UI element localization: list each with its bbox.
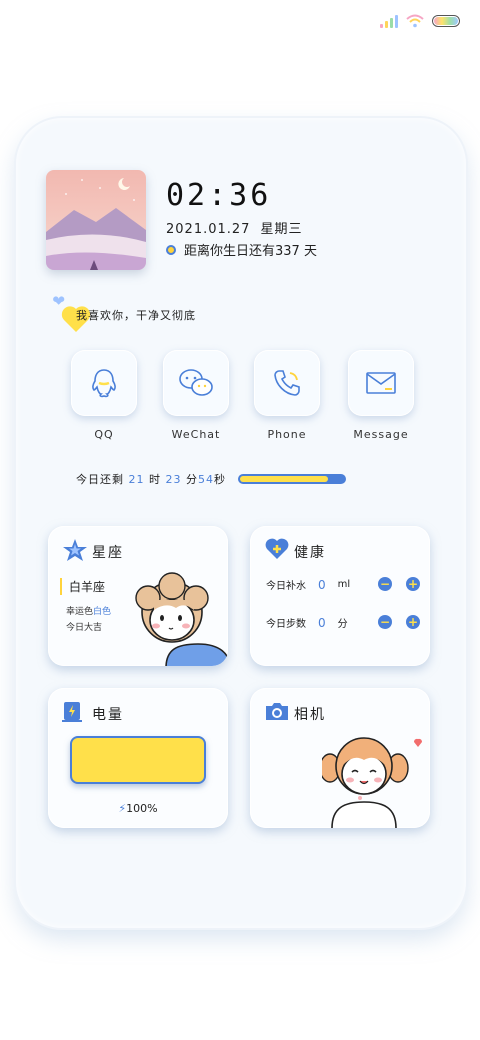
signal-icon xyxy=(380,14,398,28)
qq-penguin-icon xyxy=(92,369,116,398)
steps-decrease-button[interactable]: − xyxy=(378,615,392,629)
day-countdown: 今日还剩 21 时 23 分54秒 xyxy=(76,471,226,487)
lucky-color-label: 幸运色 xyxy=(66,607,94,617)
app-qq[interactable]: QQ xyxy=(69,350,139,441)
camera-card[interactable]: 相机 xyxy=(250,688,430,828)
countdown-hours: 21 xyxy=(128,473,145,486)
date-text: 2021.01.27 xyxy=(166,222,251,237)
steps-increase-button[interactable]: + xyxy=(406,615,420,629)
date-line: 2021.01.27 星期三 xyxy=(166,218,302,237)
bolt-icon: ⚡ xyxy=(118,802,127,815)
lucky-color-value: 白色 xyxy=(93,607,112,617)
status-bar xyxy=(380,12,460,30)
zodiac-title: 星座 xyxy=(92,545,124,561)
camera-title: 相机 xyxy=(294,707,326,723)
water-value: 0 xyxy=(318,577,326,592)
fortune-text: 今日大吉 xyxy=(66,623,103,633)
star-icon xyxy=(63,539,87,561)
app-phone[interactable]: Phone xyxy=(252,350,322,441)
steps-unit: 分 xyxy=(337,619,348,630)
phone-handset-icon xyxy=(274,370,300,396)
battery-card[interactable]: 电量 ⚡100% xyxy=(48,688,228,828)
zodiac-card[interactable]: 星座 白羊座 幸运色白色 今日大吉 xyxy=(48,526,228,666)
day-progress-bar xyxy=(238,474,346,484)
app-wechat[interactable]: WeChat xyxy=(161,350,231,441)
wifi-icon xyxy=(406,14,424,28)
quote: 我喜欢你，干净又彻底 xyxy=(52,296,196,334)
countdown-seconds: 54 xyxy=(198,473,214,486)
app-message[interactable]: Message xyxy=(346,350,416,441)
steps-row: 今日步数 0 分 xyxy=(266,615,348,631)
day-progress-fill xyxy=(240,476,329,482)
birthday-text: 距离你生日还有337 天 xyxy=(184,244,317,259)
landscape-photo[interactable] xyxy=(46,170,146,270)
message-tile[interactable] xyxy=(348,350,414,416)
health-card[interactable]: 健康 今日补水 0 ml − + 今日步数 0 分 − + xyxy=(250,526,430,666)
phone-tile[interactable] xyxy=(254,350,320,416)
wechat-chat-icon xyxy=(179,369,213,396)
health-title: 健康 xyxy=(294,545,326,561)
lucky-color-line: 幸运色白色 xyxy=(66,604,111,617)
clock-time: 02:36 xyxy=(166,178,272,213)
battery-status-icon xyxy=(432,15,460,27)
countdown-hours-unit: 时 xyxy=(149,473,161,486)
water-decrease-button[interactable]: − xyxy=(378,577,392,591)
water-increase-button[interactable]: + xyxy=(406,577,420,591)
countdown-seconds-unit: 秒 xyxy=(214,473,226,486)
countdown-minutes: 23 xyxy=(165,473,182,486)
app-label-wechat: WeChat xyxy=(171,428,221,441)
water-unit: ml xyxy=(337,579,351,590)
battery-title: 电量 xyxy=(92,707,124,723)
battery-percent: ⚡100% xyxy=(48,802,228,815)
battery-level-indicator xyxy=(70,736,206,784)
steps-value: 0 xyxy=(318,615,326,630)
qq-tile[interactable] xyxy=(71,350,137,416)
envelope-icon xyxy=(366,372,396,394)
steps-label: 今日步数 xyxy=(266,619,306,630)
weekday-text: 星期三 xyxy=(260,222,303,237)
heart-plus-icon xyxy=(265,538,289,559)
curly-hair-girl-illustration xyxy=(135,572,228,666)
countdown-minutes-unit: 分 xyxy=(186,473,198,486)
app-label-qq: QQ xyxy=(94,428,114,441)
camera-icon xyxy=(266,703,288,720)
water-label: 今日补水 xyxy=(266,581,306,592)
water-row: 今日补水 0 ml xyxy=(266,577,351,593)
countdown-prefix: 今日还剩 xyxy=(76,473,124,486)
birthday-countdown: 距离你生日还有337 天 xyxy=(166,240,317,259)
app-label-phone: Phone xyxy=(267,428,307,441)
battery-percent-text: 100% xyxy=(126,802,158,815)
dot-icon xyxy=(166,244,176,255)
pigtail-girl-illustration xyxy=(322,737,423,828)
quote-text: 我喜欢你，干净又彻底 xyxy=(76,309,196,322)
battery-bolt-icon xyxy=(62,702,82,722)
zodiac-sign: 白羊座 xyxy=(60,578,105,595)
app-label-message: Message xyxy=(353,428,409,441)
wechat-tile[interactable] xyxy=(163,350,229,416)
